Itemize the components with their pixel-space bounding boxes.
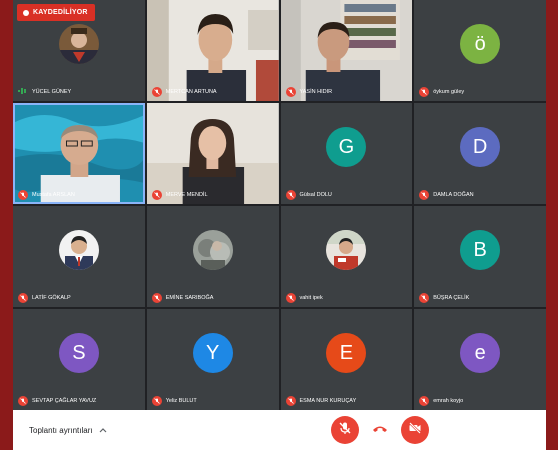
participant-name-tag: MERVE MENDİL bbox=[151, 190, 208, 200]
mic-off-icon bbox=[18, 190, 28, 200]
mic-off-icon bbox=[419, 293, 430, 303]
hang-up-icon bbox=[372, 421, 388, 439]
chevron-up-icon bbox=[99, 426, 107, 435]
participant-tile[interactable]: LATİF GÖKALP bbox=[13, 206, 145, 307]
participant-video bbox=[280, 0, 413, 101]
participant-tile[interactable]: YASİN HIDIR bbox=[280, 0, 413, 101]
participant-name-tag: BÜŞRA ÇELİK bbox=[419, 293, 469, 303]
participant-name: DAMLA DOĞAN bbox=[433, 192, 474, 198]
mic-off-icon bbox=[338, 421, 352, 440]
participant-name-tag: öykum güley bbox=[419, 87, 464, 97]
bottom-toolbar: Toplantı ayrıntıları bbox=[13, 410, 546, 450]
participant-name: SEVTAP ÇAĞLAR YAVUZ bbox=[32, 398, 97, 404]
participant-video bbox=[146, 0, 279, 101]
mic-off-icon bbox=[285, 396, 296, 406]
mic-off-icon bbox=[285, 87, 296, 97]
mic-off-icon bbox=[18, 293, 28, 303]
mic-off-icon bbox=[285, 293, 296, 303]
participant-video bbox=[146, 103, 279, 204]
participant-name-tag: SEVTAP ÇAĞLAR YAVUZ bbox=[18, 396, 96, 406]
participant-name-tag: emrah koyjo bbox=[419, 396, 463, 406]
camera-off-icon bbox=[408, 421, 422, 440]
avatar: Y bbox=[192, 333, 233, 374]
mic-off-icon bbox=[419, 87, 430, 97]
participant-name: YASİN HIDIR bbox=[299, 89, 333, 95]
participant-tile[interactable]: G Gülsal DOLU bbox=[280, 103, 413, 204]
participant-name: öykum güley bbox=[433, 89, 465, 95]
participant-tile[interactable]: MERVE MENDİL bbox=[146, 103, 279, 204]
participant-tile[interactable]: EMİNE SARIBOĞA bbox=[146, 206, 279, 307]
participant-name-tag: Yeliz BULUT bbox=[151, 396, 197, 406]
participant-name: LATİF GÖKALP bbox=[32, 295, 71, 301]
participant-name-tag: EMİNE SARIBOĞA bbox=[151, 293, 214, 303]
recording-label: KAYDEDİLİYOR bbox=[33, 9, 88, 16]
participant-tile[interactable]: e emrah koyjo bbox=[414, 309, 546, 410]
participant-video bbox=[13, 103, 145, 204]
mic-off-icon bbox=[151, 396, 162, 406]
participant-name: vahit ipek bbox=[299, 295, 323, 301]
participant-tile[interactable]: D DAMLA DOĞAN bbox=[414, 103, 546, 204]
avatar: e bbox=[460, 333, 501, 374]
participant-name-tag: LATİF GÖKALP bbox=[18, 293, 71, 303]
participant-tile[interactable]: B BÜŞRA ÇELİK bbox=[414, 206, 546, 307]
participant-name: BÜŞRA ÇELİK bbox=[433, 295, 470, 301]
participant-name-tag: DAMLA DOĞAN bbox=[419, 190, 474, 200]
leave-call-button[interactable] bbox=[366, 416, 394, 444]
meeting-window: KAYDEDİLİYOR YÜCEL GÜNEY MERTCAN ARTUNA … bbox=[13, 0, 546, 450]
mic-off-icon bbox=[419, 396, 430, 406]
avatar: E bbox=[326, 333, 367, 374]
participant-name-tag: vahit ipek bbox=[285, 293, 323, 303]
recording-dot-icon bbox=[23, 9, 29, 16]
avatar: S bbox=[58, 333, 99, 374]
participant-name-tag: YÜCEL GÜNEY bbox=[18, 87, 71, 97]
participant-name: MERVE MENDİL bbox=[165, 192, 208, 198]
participant-grid: YÜCEL GÜNEY MERTCAN ARTUNA YASİN HIDIR ö… bbox=[13, 0, 546, 410]
speaking-icon bbox=[18, 87, 28, 97]
participant-name: ESMA NUR KURUÇAY bbox=[299, 398, 357, 404]
avatar bbox=[192, 230, 233, 271]
participant-name: emrah koyjo bbox=[433, 398, 464, 404]
participant-tile[interactable]: Mustafa ARSLAN bbox=[13, 103, 145, 204]
participant-name: YÜCEL GÜNEY bbox=[32, 89, 72, 95]
mic-off-icon bbox=[285, 190, 296, 200]
avatar bbox=[58, 230, 99, 271]
camera-toggle-button[interactable] bbox=[401, 416, 429, 444]
avatar: ö bbox=[460, 24, 501, 65]
microphone-toggle-button[interactable] bbox=[331, 416, 359, 444]
participant-tile[interactable]: Y Yeliz BULUT bbox=[146, 309, 279, 410]
participant-name-tag: Gülsal DOLU bbox=[285, 190, 332, 200]
participant-name: Yeliz BULUT bbox=[165, 398, 197, 404]
avatar: G bbox=[326, 127, 367, 168]
mic-off-icon bbox=[419, 190, 430, 200]
participant-name-tag: YASİN HIDIR bbox=[285, 87, 333, 97]
participant-name: EMİNE SARIBOĞA bbox=[165, 295, 214, 301]
participant-name-tag: ESMA NUR KURUÇAY bbox=[285, 396, 357, 406]
avatar: B bbox=[460, 230, 501, 271]
mic-off-icon bbox=[151, 190, 162, 200]
mic-off-icon bbox=[151, 293, 162, 303]
mic-off-icon bbox=[151, 87, 162, 97]
mic-off-icon bbox=[18, 396, 28, 406]
participant-name: Gülsal DOLU bbox=[299, 192, 332, 198]
participant-name: Mustafa ARSLAN bbox=[32, 192, 75, 198]
participant-tile[interactable]: E ESMA NUR KURUÇAY bbox=[280, 309, 413, 410]
participant-name-tag: MERTCAN ARTUNA bbox=[151, 87, 217, 97]
participant-name-tag: Mustafa ARSLAN bbox=[18, 190, 75, 200]
participant-name: MERTCAN ARTUNA bbox=[165, 89, 217, 95]
participant-tile[interactable]: MERTCAN ARTUNA bbox=[146, 0, 279, 101]
meeting-details-label: Toplantı ayrıntıları bbox=[29, 425, 93, 435]
meeting-details-button[interactable]: Toplantı ayrıntıları bbox=[29, 410, 107, 450]
recording-badge: KAYDEDİLİYOR bbox=[17, 4, 95, 21]
avatar bbox=[58, 24, 99, 65]
avatar bbox=[326, 230, 367, 271]
participant-tile[interactable]: S SEVTAP ÇAĞLAR YAVUZ bbox=[13, 309, 145, 410]
avatar: D bbox=[460, 127, 501, 168]
participant-tile[interactable]: vahit ipek bbox=[280, 206, 413, 307]
participant-tile[interactable]: ö öykum güley bbox=[414, 0, 546, 101]
